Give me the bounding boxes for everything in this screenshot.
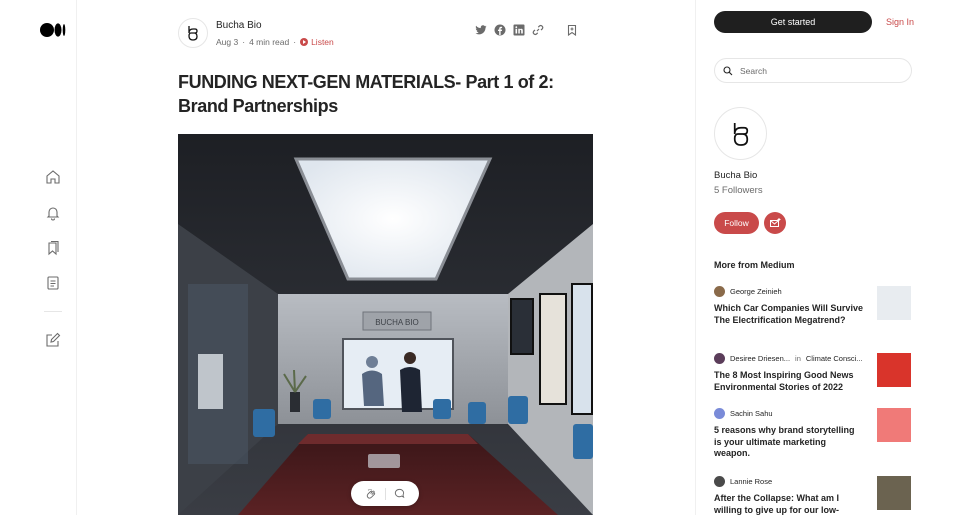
recommendation-author-row: Sachin Sahu — [714, 408, 773, 419]
in-label: in — [795, 354, 801, 363]
medium-logo-icon[interactable] — [40, 23, 66, 37]
recommendation-author-row: Lannie Rose — [714, 476, 772, 487]
get-started-button[interactable]: Get started — [714, 11, 872, 33]
recommendation-title[interactable]: After the Collapse: What am I willing to… — [714, 493, 864, 515]
more-from-medium-heading: More from Medium — [714, 260, 795, 270]
article-title: FUNDING NEXT-GEN MATERIALS- Part 1 of 2:… — [178, 72, 554, 116]
publisher-avatar[interactable] — [714, 107, 767, 160]
recommendation-publication[interactable]: Climate Consci... — [806, 354, 863, 363]
search-icon — [723, 65, 733, 75]
facebook-icon[interactable] — [494, 24, 506, 36]
rail-divider — [44, 311, 62, 312]
follow-button[interactable]: Follow — [714, 212, 759, 234]
floating-action-bar — [351, 481, 419, 506]
linkedin-icon[interactable] — [513, 24, 525, 36]
hero-image: BUCHA BIO — [178, 134, 593, 515]
recommendation-author[interactable]: Desiree Driesen... — [730, 354, 790, 363]
recommendation-thumbnail[interactable] — [877, 408, 911, 442]
right-sidebar: Get started Sign In Search Bucha Bio 5 F… — [695, 0, 959, 515]
sign-in-link[interactable]: Sign In — [886, 17, 914, 27]
clap-icon[interactable] — [365, 488, 377, 500]
bookmark-add-icon[interactable] — [566, 24, 578, 36]
action-divider — [385, 487, 386, 500]
mail-plus-icon — [769, 218, 780, 227]
recommendation-author-row: George Zeinieh — [714, 286, 782, 297]
author-avatar[interactable] — [714, 353, 725, 364]
bucha-bio-logo-icon — [733, 122, 748, 146]
recommendation-author-row: Desiree Driesen... in Climate Consci... — [714, 353, 863, 364]
search-input[interactable]: Search — [714, 58, 912, 83]
write-icon[interactable] — [45, 332, 61, 348]
recommendation-thumbnail[interactable] — [877, 476, 911, 510]
bookmarks-icon[interactable] — [45, 240, 61, 256]
bucha-bio-logo-icon — [188, 26, 198, 41]
author-avatar[interactable] — [714, 408, 725, 419]
bell-icon[interactable] — [45, 205, 61, 221]
follower-count[interactable]: 5 Followers — [714, 185, 763, 196]
publisher-name[interactable]: Bucha Bio — [714, 170, 757, 181]
hero-sign-text: BUCHA BIO — [375, 318, 419, 327]
author-avatar[interactable] — [178, 18, 208, 48]
article-meta: Aug 3 · 4 min read · Listen — [216, 37, 334, 47]
comment-icon[interactable] — [394, 488, 405, 499]
play-icon — [300, 38, 309, 46]
author-avatar[interactable] — [714, 286, 725, 297]
recommendation-author[interactable]: Sachin Sahu — [730, 409, 773, 418]
stories-icon[interactable] — [45, 275, 61, 291]
meta-separator: · — [242, 37, 246, 47]
meta-separator: · — [293, 37, 297, 47]
twitter-icon[interactable] — [475, 24, 487, 36]
left-nav-rail — [0, 0, 77, 515]
listen-label: Listen — [311, 37, 334, 47]
author-avatar[interactable] — [714, 476, 725, 487]
home-icon[interactable] — [45, 169, 61, 185]
recommendation-thumbnail[interactable] — [877, 353, 911, 387]
publish-date: Aug 3 — [216, 37, 239, 47]
recommendation-title[interactable]: 5 reasons why brand storytelling is your… — [714, 425, 864, 460]
recommendation-thumbnail[interactable] — [877, 286, 911, 320]
read-time: 4 min read — [249, 37, 290, 47]
recommendation-title[interactable]: The 8 Most Inspiring Good News Environme… — [714, 370, 864, 393]
recommendation-author[interactable]: Lannie Rose — [730, 477, 772, 486]
author-name[interactable]: Bucha Bio — [216, 20, 262, 31]
author-row: Bucha Bio Aug 3 · 4 min read · Listen — [178, 18, 594, 50]
listen-button[interactable]: Listen — [300, 37, 334, 47]
link-icon[interactable] — [532, 24, 544, 36]
recommendation-title[interactable]: Which Car Companies Will Survive The Ele… — [714, 303, 864, 326]
subscribe-email-button[interactable] — [764, 212, 786, 234]
search-placeholder: Search — [740, 65, 767, 76]
recommendation-author[interactable]: George Zeinieh — [730, 287, 782, 296]
